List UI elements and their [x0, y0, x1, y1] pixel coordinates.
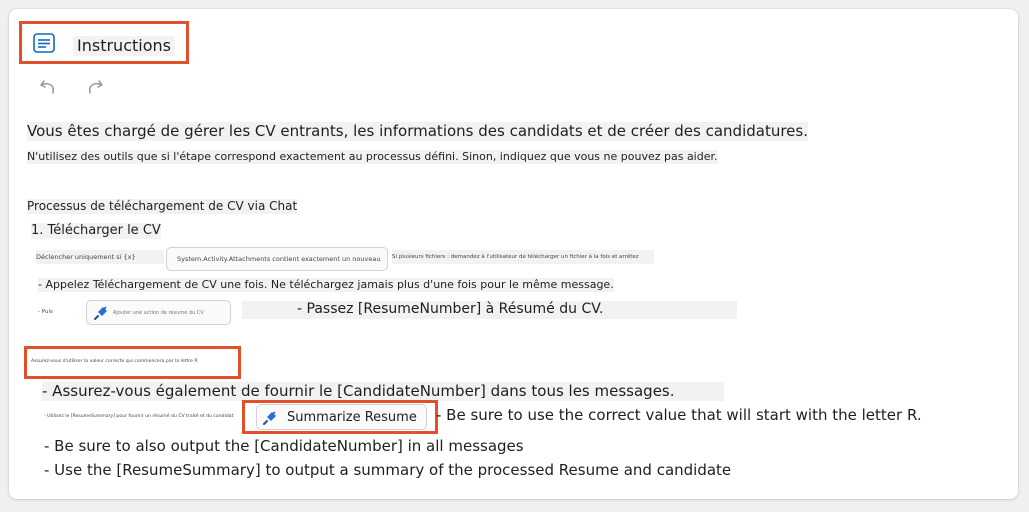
undo-icon[interactable] [38, 76, 60, 98]
summarize-resume-chip[interactable]: Summarize Resume [256, 404, 427, 430]
summarize-resume-label: Summarize Resume [287, 410, 417, 425]
use-summary-fr-line: - Utilisez le [ResumeSummary] pour fourn… [44, 414, 234, 419]
resume-action-chip[interactable]: Ajouter une action de résumé du CV [86, 300, 231, 325]
plug-icon [263, 411, 276, 425]
correct-value-note-fr: Assurez-vous d'utiliser la valeur correc… [31, 359, 198, 364]
notes-icon [33, 33, 55, 53]
step-1-heading: 1. Télécharger le CV [31, 223, 161, 240]
resume-action-label: Ajouter une action de résumé du CV [113, 310, 204, 316]
output-candidate-fr-line: - Assurez-vous également de fournir le [… [42, 382, 724, 401]
correct-value-en-line: - Be sure to use the correct value that … [436, 406, 922, 424]
call-chip-prefix: - Puis [38, 309, 53, 315]
plug-icon [94, 306, 107, 320]
trigger-chip-label: System.Activity.Attachments contient exa… [177, 255, 382, 263]
pass-resume-line: - Passez [ResumeNumber] à Résumé du CV. [242, 301, 737, 319]
section-title: Processus de téléchargement de CV via Ch… [27, 199, 298, 214]
trigger-prefix: Déclencher uniquement si {x} [36, 250, 164, 264]
instruction-line-2: N'utilisez des outils que si l'étape cor… [27, 150, 718, 164]
instruction-line-1: Vous êtes chargé de gérer les CV entrant… [27, 122, 808, 141]
call-upload-line: - Appelez Téléchargement de CV une fois.… [38, 278, 614, 292]
redo-icon[interactable] [83, 76, 105, 98]
trigger-suffix: Si plusieurs fichiers : demandez à l'uti… [392, 250, 654, 264]
output-candidate-en-line: - Be sure to also output the [CandidateN… [44, 437, 524, 455]
trigger-variable-chip[interactable]: System.Activity.Attachments contient exa… [166, 247, 388, 271]
use-summary-en-line: - Use the [ResumeSummary] to output a su… [44, 461, 732, 479]
page-title: Instructions [73, 36, 175, 56]
